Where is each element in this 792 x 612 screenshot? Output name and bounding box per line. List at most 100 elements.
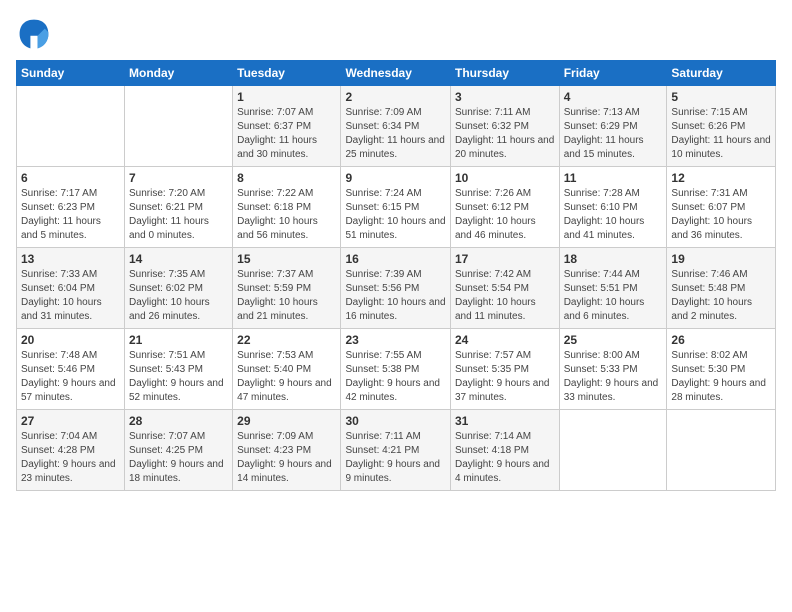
day-cell: 31 Sunrise: 7:14 AMSunset: 4:18 PMDayligh… <box>450 410 559 491</box>
day-number: 23 <box>345 333 446 347</box>
day-number: 4 <box>564 90 663 104</box>
day-number: 15 <box>237 252 336 266</box>
day-number: 26 <box>671 333 771 347</box>
day-info: Sunrise: 8:02 AMSunset: 5:30 PMDaylight:… <box>671 349 771 405</box>
day-number: 30 <box>345 414 446 428</box>
week-row-3: 13Sunrise: 7:33 AMSunset: 6:04 PMDayligh… <box>17 248 776 329</box>
day-cell: 20Sunrise: 7:48 AMSunset: 5:46 PMDayligh… <box>17 329 125 410</box>
weekday-header-row: SundayMondayTuesdayWednesdayThursdayFrid… <box>17 61 776 86</box>
day-info: Sunrise: 7:26 AMSunset: 6:12 PMDaylight:… <box>455 187 555 243</box>
day-number: 3 <box>455 90 555 104</box>
day-number: 28 <box>129 414 228 428</box>
day-number: 7 <box>129 171 228 185</box>
day-number: 16 <box>345 252 446 266</box>
day-cell: 4Sunrise: 7:13 AMSunset: 6:29 PMDaylight… <box>559 86 667 167</box>
week-row-2: 6 Sunrise: 7:17 AMSunset: 6:23 PMDaylight… <box>17 167 776 248</box>
day-number: 9 <box>345 171 446 185</box>
day-cell: 21Sunrise: 7:51 AMSunset: 5:43 PMDayligh… <box>125 329 233 410</box>
day-cell: 2 Sunrise: 7:09 AMSunset: 6:34 PMDaylight… <box>341 86 451 167</box>
day-info: Sunrise: 7:48 AMSunset: 5:46 PMDaylight:… <box>21 349 120 405</box>
day-cell: 23 Sunrise: 7:55 AMSunset: 5:38 PMDayligh… <box>341 329 451 410</box>
day-info: Sunrise: 7:57 AMSunset: 5:35 PMDaylight:… <box>455 349 555 405</box>
day-number: 11 <box>564 171 663 185</box>
day-info: Sunrise: 7:39 AMSunset: 5:56 PMDaylight:… <box>345 268 446 324</box>
day-cell: 15 Sunrise: 7:37 AMSunset: 5:59 PMDayligh… <box>233 248 341 329</box>
day-cell <box>667 410 776 491</box>
day-cell: 22 Sunrise: 7:53 AMSunset: 5:40 PMDayligh… <box>233 329 341 410</box>
day-info: Sunrise: 7:14 AMSunset: 4:18 PMDaylight:… <box>455 430 555 486</box>
day-info: Sunrise: 7:09 AMSunset: 6:34 PMDaylight:… <box>345 106 446 162</box>
day-number: 17 <box>455 252 555 266</box>
day-cell: 25 Sunrise: 8:00 AMSunset: 5:33 PMDayligh… <box>559 329 667 410</box>
day-cell: 30 Sunrise: 7:11 AMSunset: 4:21 PMDayligh… <box>341 410 451 491</box>
day-info: Sunrise: 7:04 AMSunset: 4:28 PMDaylight:… <box>21 430 120 486</box>
day-number: 6 <box>21 171 120 185</box>
weekday-header-sunday: Sunday <box>17 61 125 86</box>
page-header <box>16 16 776 52</box>
day-info: Sunrise: 7:35 AMSunset: 6:02 PMDaylight:… <box>129 268 228 324</box>
day-number: 22 <box>237 333 336 347</box>
day-number: 8 <box>237 171 336 185</box>
day-cell: 18Sunrise: 7:44 AMSunset: 5:51 PMDayligh… <box>559 248 667 329</box>
day-info: Sunrise: 7:09 AMSunset: 4:23 PMDaylight:… <box>237 430 336 486</box>
weekday-header-tuesday: Tuesday <box>233 61 341 86</box>
weekday-header-friday: Friday <box>559 61 667 86</box>
day-cell: 11 Sunrise: 7:28 AMSunset: 6:10 PMDayligh… <box>559 167 667 248</box>
day-cell: 13Sunrise: 7:33 AMSunset: 6:04 PMDayligh… <box>17 248 125 329</box>
day-info: Sunrise: 7:11 AMSunset: 6:32 PMDaylight:… <box>455 106 555 162</box>
day-info: Sunrise: 7:28 AMSunset: 6:10 PMDaylight:… <box>564 187 663 243</box>
weekday-header-thursday: Thursday <box>450 61 559 86</box>
day-number: 10 <box>455 171 555 185</box>
day-cell: 29 Sunrise: 7:09 AMSunset: 4:23 PMDayligh… <box>233 410 341 491</box>
day-info: Sunrise: 8:00 AMSunset: 5:33 PMDaylight:… <box>564 349 663 405</box>
day-number: 2 <box>345 90 446 104</box>
day-cell: 6 Sunrise: 7:17 AMSunset: 6:23 PMDaylight… <box>17 167 125 248</box>
day-number: 5 <box>671 90 771 104</box>
day-cell: 5 Sunrise: 7:15 AMSunset: 6:26 PMDaylight… <box>667 86 776 167</box>
day-number: 24 <box>455 333 555 347</box>
day-cell: 8 Sunrise: 7:22 AMSunset: 6:18 PMDaylight… <box>233 167 341 248</box>
day-number: 18 <box>564 252 663 266</box>
day-info: Sunrise: 7:53 AMSunset: 5:40 PMDaylight:… <box>237 349 336 405</box>
day-number: 25 <box>564 333 663 347</box>
day-cell: 12 Sunrise: 7:31 AMSunset: 6:07 PMDayligh… <box>667 167 776 248</box>
day-cell: 10 Sunrise: 7:26 AMSunset: 6:12 PMDayligh… <box>450 167 559 248</box>
day-cell: 24 Sunrise: 7:57 AMSunset: 5:35 PMDayligh… <box>450 329 559 410</box>
day-number: 19 <box>671 252 771 266</box>
weekday-header-monday: Monday <box>125 61 233 86</box>
day-number: 12 <box>671 171 771 185</box>
week-row-1: 1 Sunrise: 7:07 AMSunset: 6:37 PMDaylight… <box>17 86 776 167</box>
day-number: 29 <box>237 414 336 428</box>
day-number: 1 <box>237 90 336 104</box>
day-cell <box>17 86 125 167</box>
day-number: 14 <box>129 252 228 266</box>
logo <box>16 16 56 52</box>
logo-icon <box>16 16 52 52</box>
day-cell: 26 Sunrise: 8:02 AMSunset: 5:30 PMDayligh… <box>667 329 776 410</box>
day-info: Sunrise: 7:17 AMSunset: 6:23 PMDaylight:… <box>21 187 120 243</box>
day-number: 31 <box>455 414 555 428</box>
day-info: Sunrise: 7:15 AMSunset: 6:26 PMDaylight:… <box>671 106 771 162</box>
day-info: Sunrise: 7:07 AMSunset: 4:25 PMDaylight:… <box>129 430 228 486</box>
day-info: Sunrise: 7:55 AMSunset: 5:38 PMDaylight:… <box>345 349 446 405</box>
day-cell: 16 Sunrise: 7:39 AMSunset: 5:56 PMDayligh… <box>341 248 451 329</box>
day-cell: 28 Sunrise: 7:07 AMSunset: 4:25 PMDayligh… <box>125 410 233 491</box>
day-info: Sunrise: 7:31 AMSunset: 6:07 PMDaylight:… <box>671 187 771 243</box>
day-cell: 3 Sunrise: 7:11 AMSunset: 6:32 PMDaylight… <box>450 86 559 167</box>
day-info: Sunrise: 7:46 AMSunset: 5:48 PMDaylight:… <box>671 268 771 324</box>
week-row-5: 27 Sunrise: 7:04 AMSunset: 4:28 PMDayligh… <box>17 410 776 491</box>
calendar-table: SundayMondayTuesdayWednesdayThursdayFrid… <box>16 60 776 491</box>
day-info: Sunrise: 7:11 AMSunset: 4:21 PMDaylight:… <box>345 430 446 486</box>
day-number: 27 <box>21 414 120 428</box>
day-info: Sunrise: 7:20 AMSunset: 6:21 PMDaylight:… <box>129 187 228 243</box>
weekday-header-wednesday: Wednesday <box>341 61 451 86</box>
day-info: Sunrise: 7:42 AMSunset: 5:54 PMDaylight:… <box>455 268 555 324</box>
day-info: Sunrise: 7:22 AMSunset: 6:18 PMDaylight:… <box>237 187 336 243</box>
day-number: 13 <box>21 252 120 266</box>
day-cell: 14 Sunrise: 7:35 AMSunset: 6:02 PMDayligh… <box>125 248 233 329</box>
day-cell: 17 Sunrise: 7:42 AMSunset: 5:54 PMDayligh… <box>450 248 559 329</box>
day-cell: 1 Sunrise: 7:07 AMSunset: 6:37 PMDaylight… <box>233 86 341 167</box>
day-number: 21 <box>129 333 228 347</box>
day-info: Sunrise: 7:07 AMSunset: 6:37 PMDaylight:… <box>237 106 336 162</box>
day-info: Sunrise: 7:37 AMSunset: 5:59 PMDaylight:… <box>237 268 336 324</box>
